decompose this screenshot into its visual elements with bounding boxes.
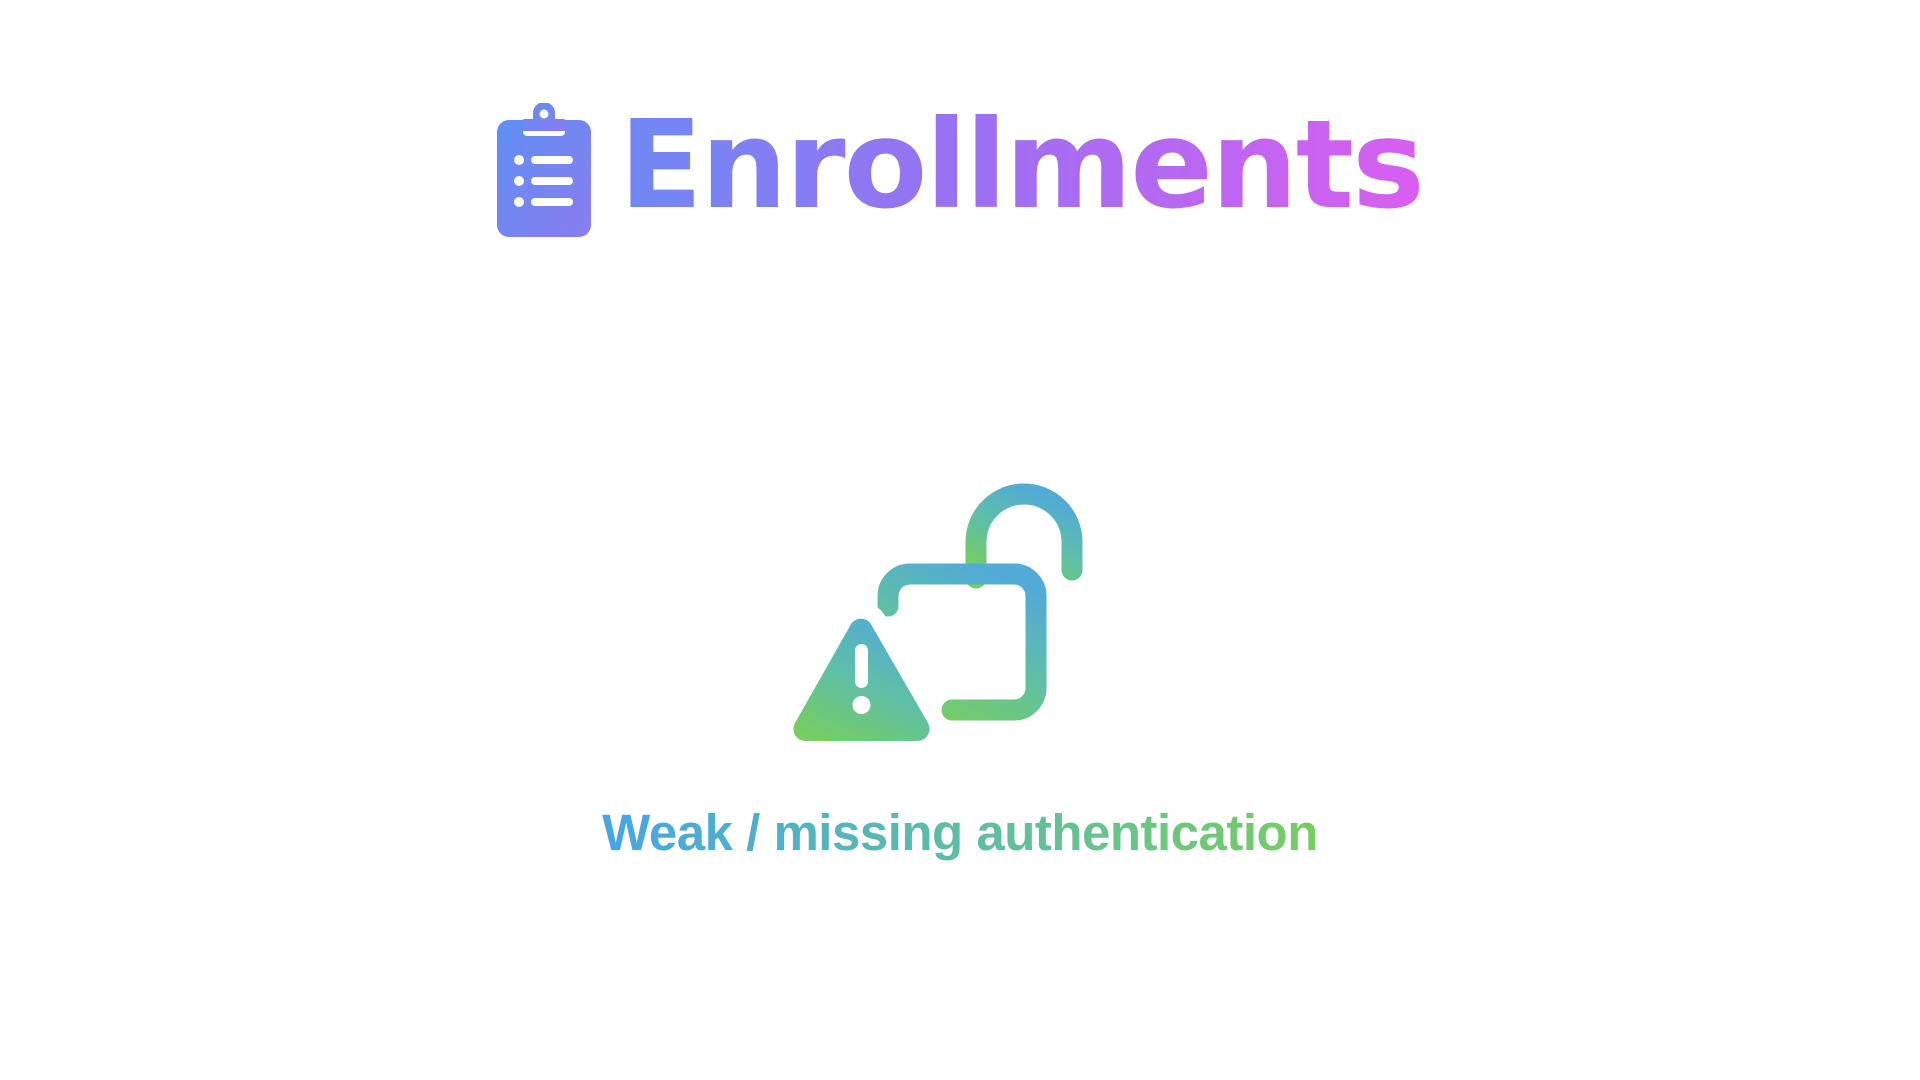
warning-triangle-icon xyxy=(784,602,949,746)
header: Enrollments xyxy=(0,100,1920,240)
auth-warning-illustration xyxy=(784,483,1083,746)
caption-text: Weak / missing authentication xyxy=(602,804,1318,867)
caption: Weak / missing authentication xyxy=(0,804,1920,867)
clipboard-list-icon xyxy=(497,103,592,237)
page-title: Enrollments xyxy=(619,94,1424,236)
